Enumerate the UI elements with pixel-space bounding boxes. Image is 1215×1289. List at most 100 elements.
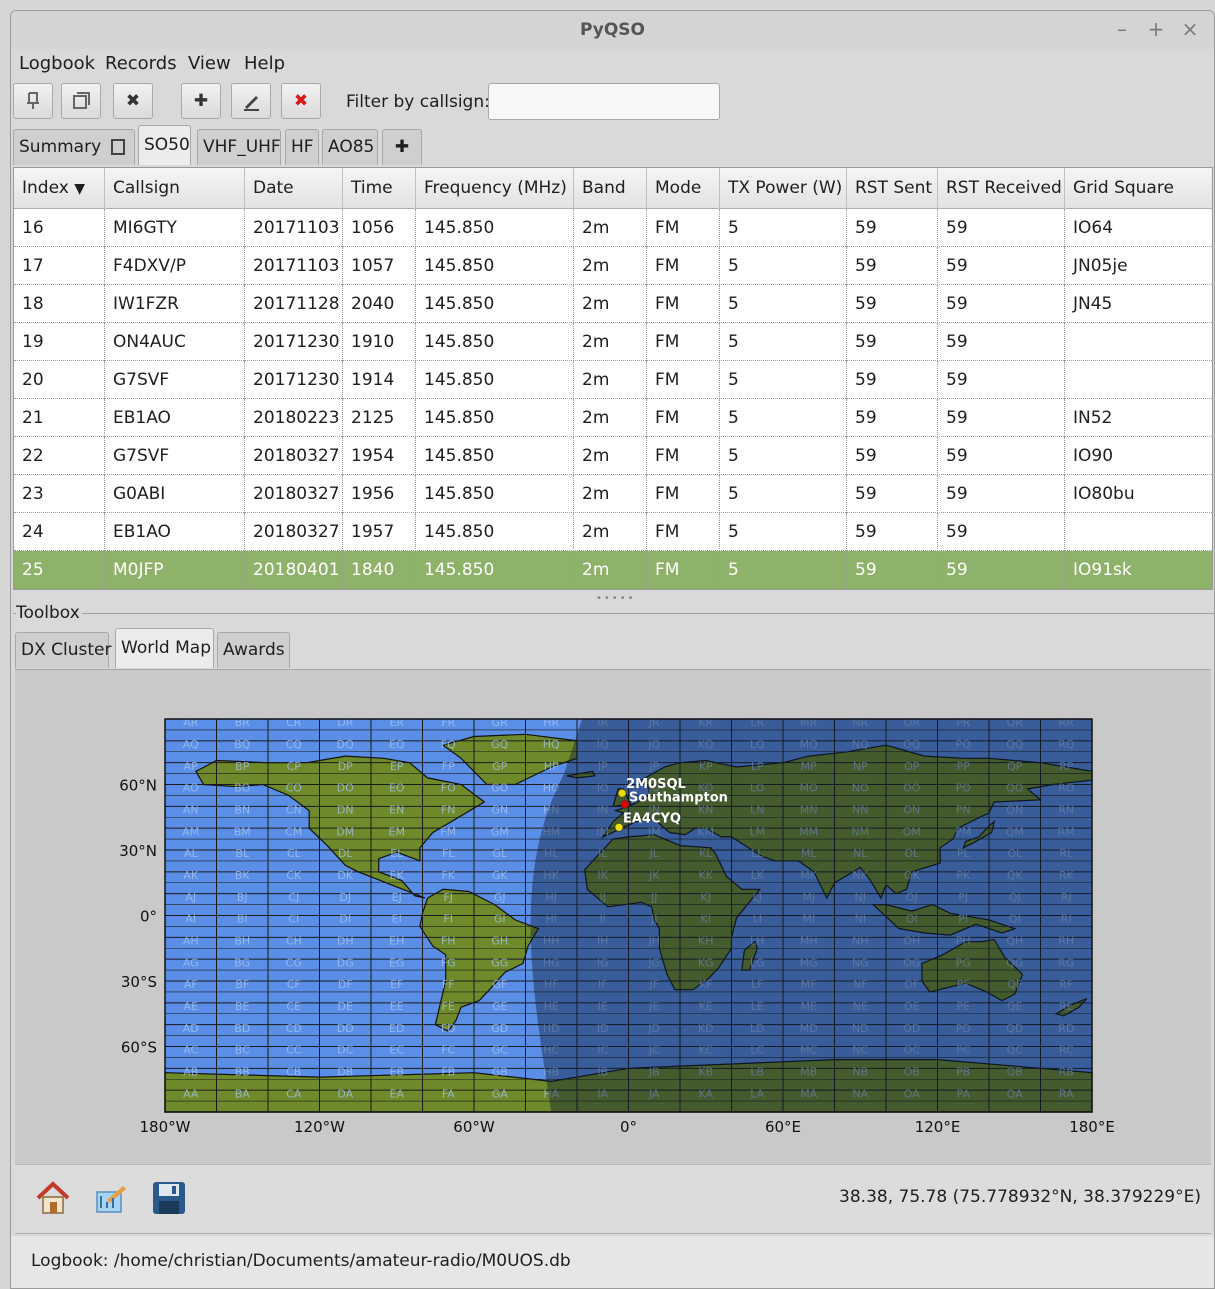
grid-field-label: AQ [183, 738, 199, 751]
grid-field-label: GI [494, 913, 506, 926]
close-window-button[interactable]: × [1179, 18, 1201, 40]
cell-date: 20180327 [245, 513, 343, 551]
connect-button[interactable] [13, 83, 53, 119]
cell-mode: FM [647, 285, 720, 323]
cell-rst-sent: 59 [847, 513, 938, 551]
menu-help[interactable]: Help [244, 53, 285, 74]
tab-vhf-uhf[interactable]: VHF_UHF [197, 129, 281, 165]
table-row[interactable]: 20 G7SVF 20171230 1914 145.850 2m FM 5 59 59 [14, 361, 1212, 399]
lat-tick-label: 30°N [119, 842, 157, 860]
grid-field-label: CE [286, 1000, 301, 1013]
status-logbook-path: Logbook: /home/christian/Documents/amate… [31, 1251, 571, 1271]
cell-band: 2m [574, 551, 647, 589]
grid-field-label: ER [389, 716, 404, 729]
table-row[interactable]: 18 IW1FZR 20171128 2040 145.850 2m FM 5 59 59 JN45 [14, 285, 1212, 323]
pane-resize-handle[interactable]: ••••• [596, 593, 636, 604]
delete-logbook-button[interactable]: ✖ [113, 83, 153, 119]
cell-band: 2m [574, 437, 647, 475]
disconnect-button[interactable] [61, 83, 101, 119]
cell-tx-power: 5 [720, 209, 847, 247]
grid-field-label: EI [392, 913, 402, 926]
column-tx-power[interactable]: TX Power (W) [720, 168, 847, 209]
tab-ao85[interactable]: AO85 [322, 129, 378, 165]
grid-field-label: DG [337, 956, 354, 969]
grid-field-label: FH [441, 935, 456, 948]
column-mode[interactable]: Mode [647, 168, 720, 209]
table-row[interactable]: 23 G0ABI 20180327 1956 145.850 2m FM 5 59 59 IO80b… [14, 475, 1212, 513]
qso-marker[interactable] [614, 822, 624, 832]
column-frequency[interactable]: Frequency (MHz) [416, 168, 574, 209]
table-row[interactable]: 21 EB1AO 20180223 2125 145.850 2m FM 5 59 59 IN52 [14, 399, 1212, 437]
cell-callsign: ON4AUC [105, 323, 245, 361]
grid-field-label: AP [184, 760, 199, 773]
column-callsign[interactable]: Callsign [105, 168, 245, 209]
table-row[interactable]: 25 M0JFP 20180401 1840 145.850 2m FM 5 59 59 IO91s… [14, 551, 1212, 589]
cell-callsign: F4DXV/P [105, 247, 245, 285]
home-icon[interactable] [35, 1180, 71, 1216]
column-grid-square[interactable]: Grid Square [1065, 168, 1212, 209]
cell-mode: FM [647, 551, 720, 589]
cell-grid-square [1065, 361, 1212, 399]
tab-world-map[interactable]: World Map [115, 628, 214, 668]
tab-dx-cluster[interactable]: DX Cluster [15, 632, 111, 668]
add-record-button[interactable]: ✚ [181, 83, 221, 119]
configure-subplots-icon[interactable] [93, 1180, 129, 1216]
grid-field-label: EH [389, 935, 404, 948]
lon-tick-label: 60°W [453, 1118, 495, 1136]
grid-field-label: AB [183, 1066, 198, 1079]
plus-icon: ✚ [193, 91, 209, 111]
qso-marker[interactable] [617, 788, 627, 798]
edit-record-button[interactable] [231, 83, 271, 119]
column-band[interactable]: Band [574, 168, 647, 209]
cell-tx-power: 5 [720, 285, 847, 323]
grid-field-label: CD [286, 1022, 302, 1035]
cell-date: 20180327 [245, 437, 343, 475]
grid-field-label: DF [338, 978, 353, 991]
tab-hf[interactable]: HF [285, 129, 319, 165]
column-time[interactable]: Time [343, 168, 416, 209]
minimize-button[interactable]: – [1111, 18, 1133, 40]
table-row[interactable]: 22 G7SVF 20180327 1954 145.850 2m FM 5 59 59 IO90 [14, 437, 1212, 475]
table-header: Index ▼ Callsign Date Time Frequency (MH… [14, 168, 1212, 209]
save-figure-icon[interactable] [151, 1180, 187, 1216]
menu-view[interactable]: View [188, 53, 231, 74]
cell-grid-square: IO91sk [1065, 551, 1212, 589]
column-index[interactable]: Index ▼ [14, 168, 105, 209]
world-map-svg[interactable]: AR BR CR DR ER FR GR HR IR JR KR LR MR NR OR PR QR RRAQ BQ… [15, 670, 1211, 1165]
grid-field-label: GR [492, 716, 509, 729]
column-date[interactable]: Date [245, 168, 343, 209]
grid-field-label: GH [491, 935, 508, 948]
grid-field-label: FR [441, 716, 455, 729]
qso-marker[interactable] [620, 800, 630, 809]
table-row[interactable]: 19 ON4AUC 20171230 1910 145.850 2m FM 5 59 59 [14, 323, 1212, 361]
new-logbook-tab-button[interactable]: ✚ [382, 129, 422, 165]
cell-frequency: 145.850 [416, 475, 574, 513]
menu-logbook[interactable]: Logbook [19, 53, 95, 74]
grid-field-label: DK [337, 869, 353, 882]
menu-records[interactable]: Records [105, 53, 177, 74]
tab-summary[interactable]: Summary [13, 129, 135, 165]
table-row[interactable]: 24 EB1AO 20180327 1957 145.850 2m FM 5 59 59 [14, 513, 1212, 551]
table-row[interactable]: 17 F4DXV/P 20171103 1057 145.850 2m FM 5 59 59 JN0… [14, 247, 1212, 285]
toolbox-tabs: DX Cluster World Map Awards [11, 628, 1214, 668]
cell-date: 20171128 [245, 285, 343, 323]
tab-so50[interactable]: SO50 [138, 125, 191, 165]
cell-rst-sent: 59 [847, 285, 938, 323]
table-row[interactable]: 16 MI6GTY 20171103 1056 145.850 2m FM 5 59 59 IO64 [14, 209, 1212, 247]
cell-band: 2m [574, 247, 647, 285]
cell-rst-received: 59 [938, 323, 1065, 361]
maximize-button[interactable]: + [1145, 18, 1167, 40]
column-rst-received[interactable]: RST Received [938, 168, 1065, 209]
world-map-canvas[interactable]: AR BR CR DR ER FR GR HR IR JR KR LR MR NR OR PR QR RR AQ BQ… [15, 669, 1211, 1164]
grid-field-label: AI [185, 913, 196, 926]
grid-field-label: DA [337, 1087, 353, 1100]
tab-awards[interactable]: Awards [217, 632, 290, 668]
delete-record-button[interactable]: ✖ [281, 83, 321, 119]
filter-callsign-input[interactable] [488, 83, 720, 120]
grid-field-label: BA [235, 1087, 251, 1100]
cell-rst-sent: 59 [847, 209, 938, 247]
column-rst-sent[interactable]: RST Sent [847, 168, 938, 209]
cell-mode: FM [647, 475, 720, 513]
cell-grid-square: JN05je [1065, 247, 1212, 285]
cell-mode: FM [647, 437, 720, 475]
